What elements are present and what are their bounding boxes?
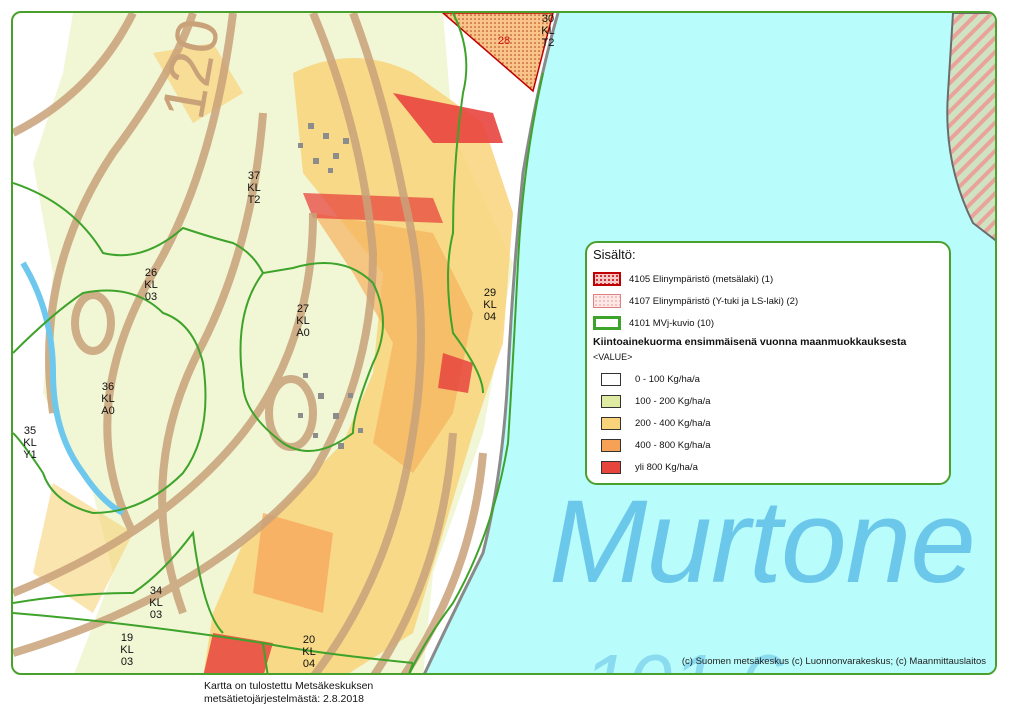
legend-class-label: 400 - 800 Kg/ha/a <box>635 439 711 451</box>
lake-name-label: Murtone <box>549 476 976 608</box>
legend-class-3: 400 - 800 Kg/ha/a <box>593 434 943 456</box>
stand-label-27[interactable]: 27 KL A0 <box>283 303 323 339</box>
stand-label-20[interactable]: 20 KL 04 <box>289 634 329 670</box>
swatch-4107 <box>593 294 621 308</box>
legend-class-swatch <box>601 460 621 474</box>
stand-label-30[interactable]: 30 KL T2 <box>528 13 568 49</box>
legend-raster-field: <VALUE> <box>593 352 633 362</box>
legend-class-swatch <box>601 438 621 452</box>
legend-item-4105: 4105 Elinympäristö (metsälaki) (1) <box>593 268 943 290</box>
legend-class-label: 0 - 100 Kg/ha/a <box>635 373 700 385</box>
map-credits: (c) Suomen metsäkeskus (c) Luonnonvarake… <box>681 656 986 667</box>
stand-label-28[interactable]: 28 <box>484 35 524 47</box>
print-footer: Kartta on tulostettu Metsäkeskuksen mets… <box>204 680 373 706</box>
stand-label-36[interactable]: 36 KL A0 <box>88 381 128 417</box>
swatch-4101 <box>593 316 621 330</box>
legend-label: 4101 MVj-kuvio (10) <box>629 317 715 329</box>
legend-class-label: yli 800 Kg/ha/a <box>635 461 698 473</box>
stand-label-37[interactable]: 37 KL T2 <box>234 170 274 206</box>
stand-label-26[interactable]: 26 KL 03 <box>131 267 171 303</box>
legend-class-2: 200 - 400 Kg/ha/a <box>593 412 943 434</box>
legend-class-swatch <box>601 394 621 408</box>
contour-elevation-label: 120 <box>149 13 233 124</box>
legend-class-4: yli 800 Kg/ha/a <box>593 456 943 478</box>
map-legend: Sisältö: 4105 Elinympäristö (metsälaki) … <box>585 241 951 485</box>
legend-class-list: 0 - 100 Kg/ha/a 100 - 200 Kg/ha/a 200 - 40… <box>593 368 943 478</box>
stand-label-35[interactable]: 35 KL Y1 <box>13 425 50 461</box>
stand-label-19[interactable]: 19 KL 03 <box>107 632 147 668</box>
legend-class-swatch <box>601 372 621 386</box>
stand-label-34[interactable]: 34 KL 03 <box>136 585 176 621</box>
footer-line-2: metsätietojärjestelmästä: 2.8.2018 <box>204 693 364 705</box>
footer-line-1: Kartta on tulostettu Metsäkeskuksen <box>204 680 374 692</box>
legend-item-4101: 4101 MVj-kuvio (10) <box>593 312 943 334</box>
legend-class-label: 200 - 400 Kg/ha/a <box>635 417 711 429</box>
legend-item-4107: 4107 Elinympäristö (Y-tuki ja LS-laki) (… <box>593 290 943 312</box>
swatch-4105 <box>593 272 621 286</box>
legend-label: 4107 Elinympäristö (Y-tuki ja LS-laki) (… <box>629 295 799 307</box>
legend-class-swatch <box>601 416 621 430</box>
legend-title: Sisältö: <box>593 247 636 262</box>
legend-class-0: 0 - 100 Kg/ha/a <box>593 368 943 390</box>
legend-raster-title: Kiintoainekuorma ensimmäisenä vuonna maa… <box>593 336 907 348</box>
legend-class-1: 100 - 200 Kg/ha/a <box>593 390 943 412</box>
legend-class-label: 100 - 200 Kg/ha/a <box>635 395 711 407</box>
legend-label: 4105 Elinympäristö (metsälaki) (1) <box>629 273 774 285</box>
stand-label-29[interactable]: 29 KL 04 <box>470 287 510 323</box>
